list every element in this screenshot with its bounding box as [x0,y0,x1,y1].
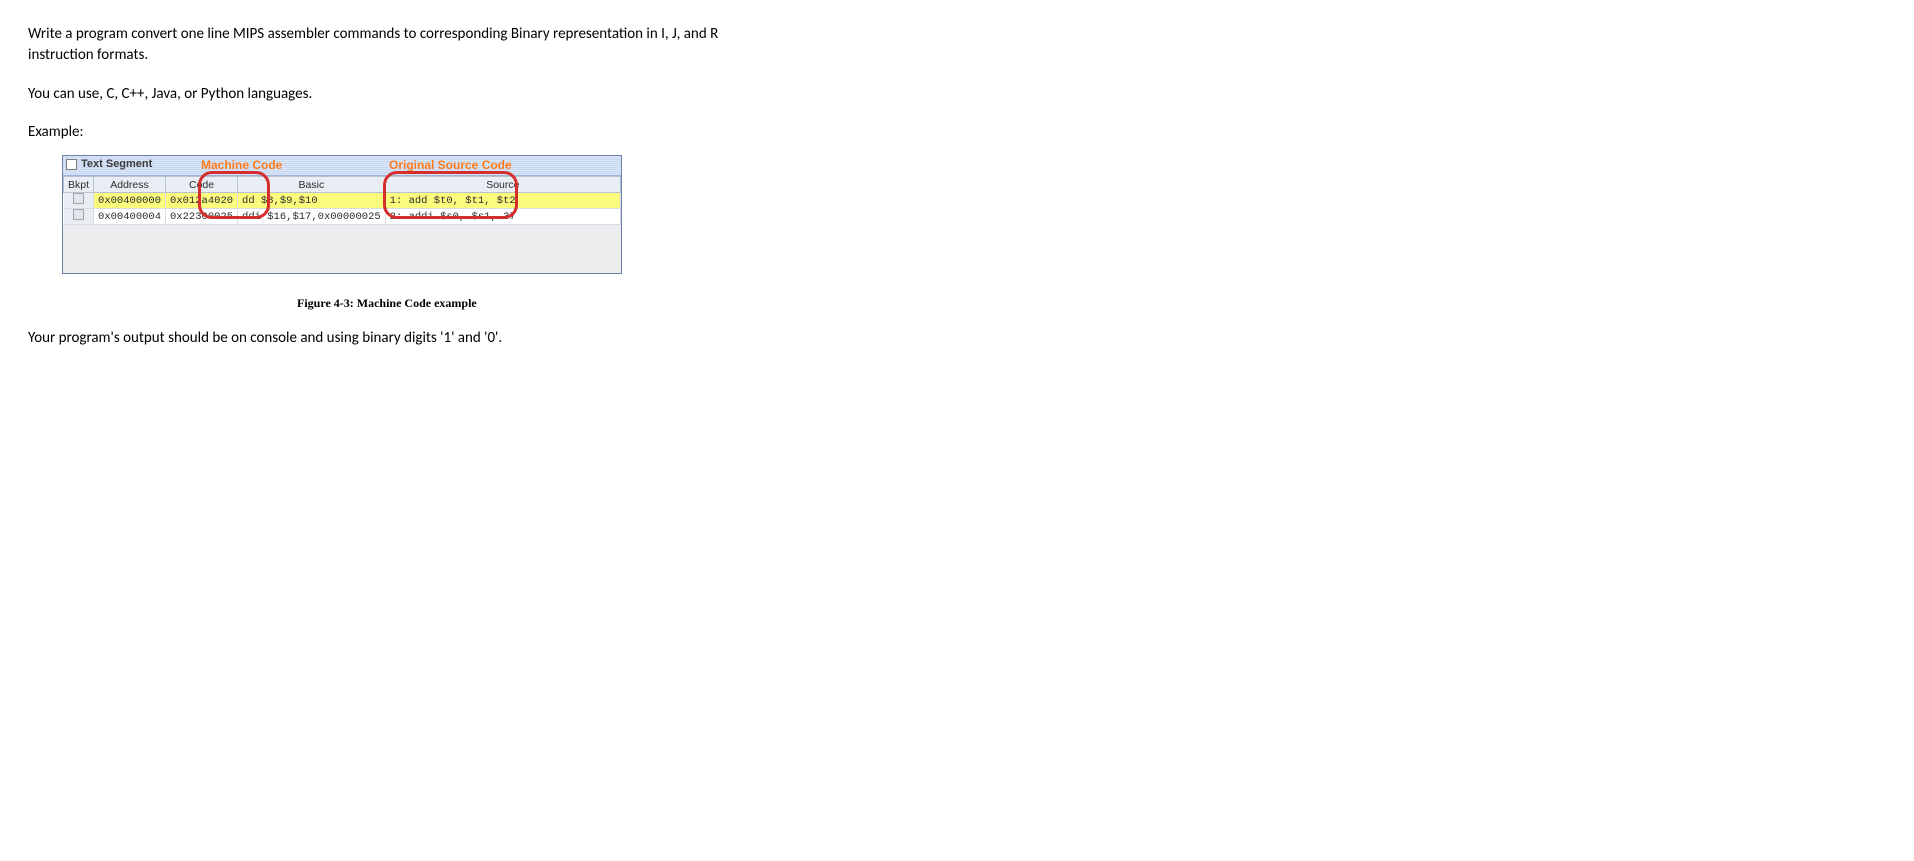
figure-caption: Figure 4-3: Machine Code example [297,296,1886,311]
table-row: 0x00400000 0x012a4020 dd $8,$9,$10 1: ad… [64,193,621,209]
original-source-label: Original Source Code [389,158,512,172]
header-basic: Basic [238,177,386,193]
paragraph-description-2: You can use, C, C++, Java, or Python lan… [28,84,728,105]
panel-titlebar: Text Segment Machine Code Original Sourc… [63,156,621,176]
cell-address: 0x00400000 [94,193,166,209]
bkpt-checkbox-icon [73,193,84,204]
table-header-row: Bkpt Address Code Basic Source [64,177,621,193]
cell-address: 0x00400004 [94,209,166,225]
panel-empty-area [63,225,621,273]
checkbox-icon [66,159,77,170]
bkpt-cell [64,193,94,209]
bkpt-cell [64,209,94,225]
header-address: Address [94,177,166,193]
text-segment-panel: Text Segment Machine Code Original Sourc… [62,155,622,274]
paragraph-description-1: Write a program convert one line MIPS as… [28,24,728,66]
output-note: Your program's output should be on conso… [28,329,1886,347]
cell-code: 0x012a4020 [166,193,238,209]
header-code: Code [166,177,238,193]
example-label: Example: [28,123,1886,141]
cell-basic: dd $8,$9,$10 [238,193,386,209]
header-source: Source [385,177,620,193]
table-row: 0x00400004 0x22300025 ddi $16,$17,0x0000… [64,209,621,225]
panel-title-text: Text Segment [81,158,152,170]
header-bkpt: Bkpt [64,177,94,193]
cell-code: 0x22300025 [166,209,238,225]
figure-container: Text Segment Machine Code Original Sourc… [62,155,1886,311]
panel-title: Text Segment [66,158,152,170]
machine-code-label: Machine Code [201,158,282,172]
bkpt-checkbox-icon [73,209,84,220]
cell-source: 1: add $t0, $t1, $t2 [385,193,620,209]
cell-source: 2: addi $s0, $s1, 37 [385,209,620,225]
cell-basic: ddi $16,$17,0x00000025 [238,209,386,225]
instruction-table: Bkpt Address Code Basic Source 0x0040000… [63,176,621,225]
